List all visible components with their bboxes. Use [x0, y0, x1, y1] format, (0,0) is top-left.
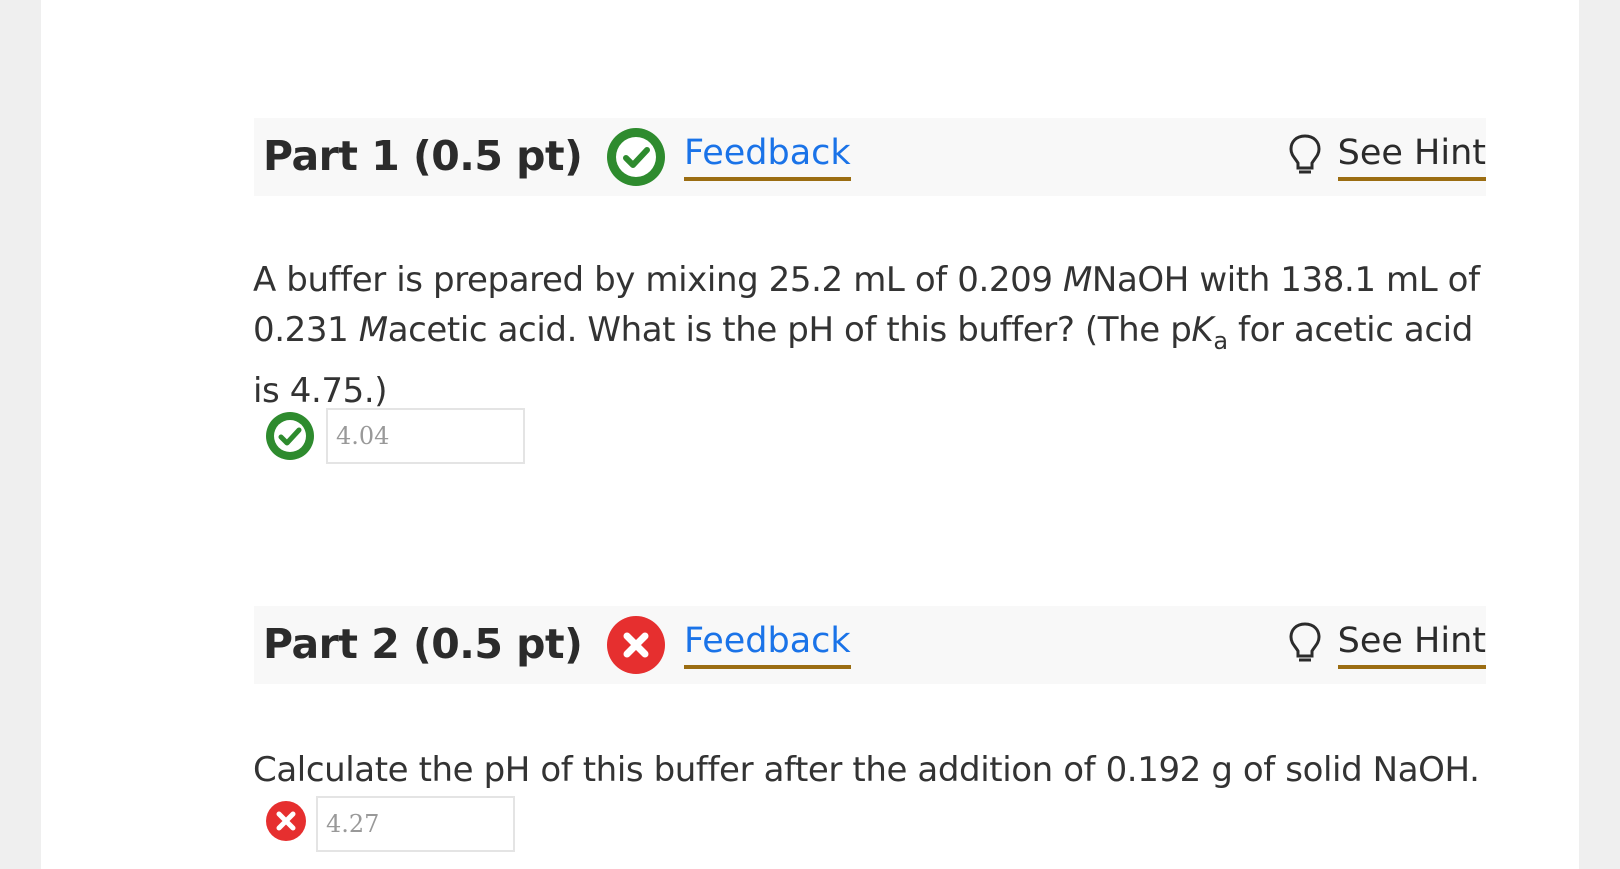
- question-text: A buffer is prepared by mixing 25.2 mL o…: [253, 260, 1063, 300]
- part-1-see-hint-link[interactable]: See Hint: [1337, 131, 1486, 181]
- k-symbol: K: [1191, 310, 1214, 350]
- part-1-feedback-link[interactable]: Feedback: [684, 131, 851, 181]
- k-subscript: a: [1213, 326, 1228, 355]
- part-2-question: Calculate the pH of this buffer after th…: [253, 750, 1480, 790]
- check-circle-icon: [266, 412, 314, 460]
- part-1-answer-row: [266, 408, 526, 464]
- lightbulb-icon: [1289, 622, 1321, 662]
- part-2-header: Part 2 (0.5 pt) Feedback See Hint: [254, 606, 1486, 684]
- check-circle-icon: [607, 128, 665, 186]
- x-circle-icon: [266, 801, 306, 841]
- part-1-answer-input[interactable]: [326, 408, 525, 464]
- part-2-answer-input[interactable]: [316, 796, 515, 852]
- molarity-unit: M: [1062, 260, 1092, 300]
- part-2-answer-row: [266, 796, 526, 852]
- part-2-see-hint-link[interactable]: See Hint: [1337, 619, 1486, 669]
- part-1-header: Part 1 (0.5 pt) Feedback See Hint: [254, 118, 1486, 196]
- part-1-title: Part 1 (0.5 pt): [263, 132, 583, 180]
- part-2-feedback-link[interactable]: Feedback: [684, 619, 851, 669]
- lightbulb-icon: [1289, 134, 1321, 174]
- part-1-question: A buffer is prepared by mixing 25.2 mL o…: [253, 255, 1483, 416]
- question-text: acetic acid. What is the pH of this buff…: [387, 310, 1192, 350]
- x-circle-icon: [607, 616, 665, 674]
- part-2-title: Part 2 (0.5 pt): [263, 620, 583, 668]
- page: Part 1 (0.5 pt) Feedback See Hint A buff…: [41, 0, 1579, 869]
- part-1-hint[interactable]: See Hint: [1288, 131, 1486, 181]
- molarity-unit: M: [358, 310, 388, 350]
- part-2-hint[interactable]: See Hint: [1288, 619, 1486, 669]
